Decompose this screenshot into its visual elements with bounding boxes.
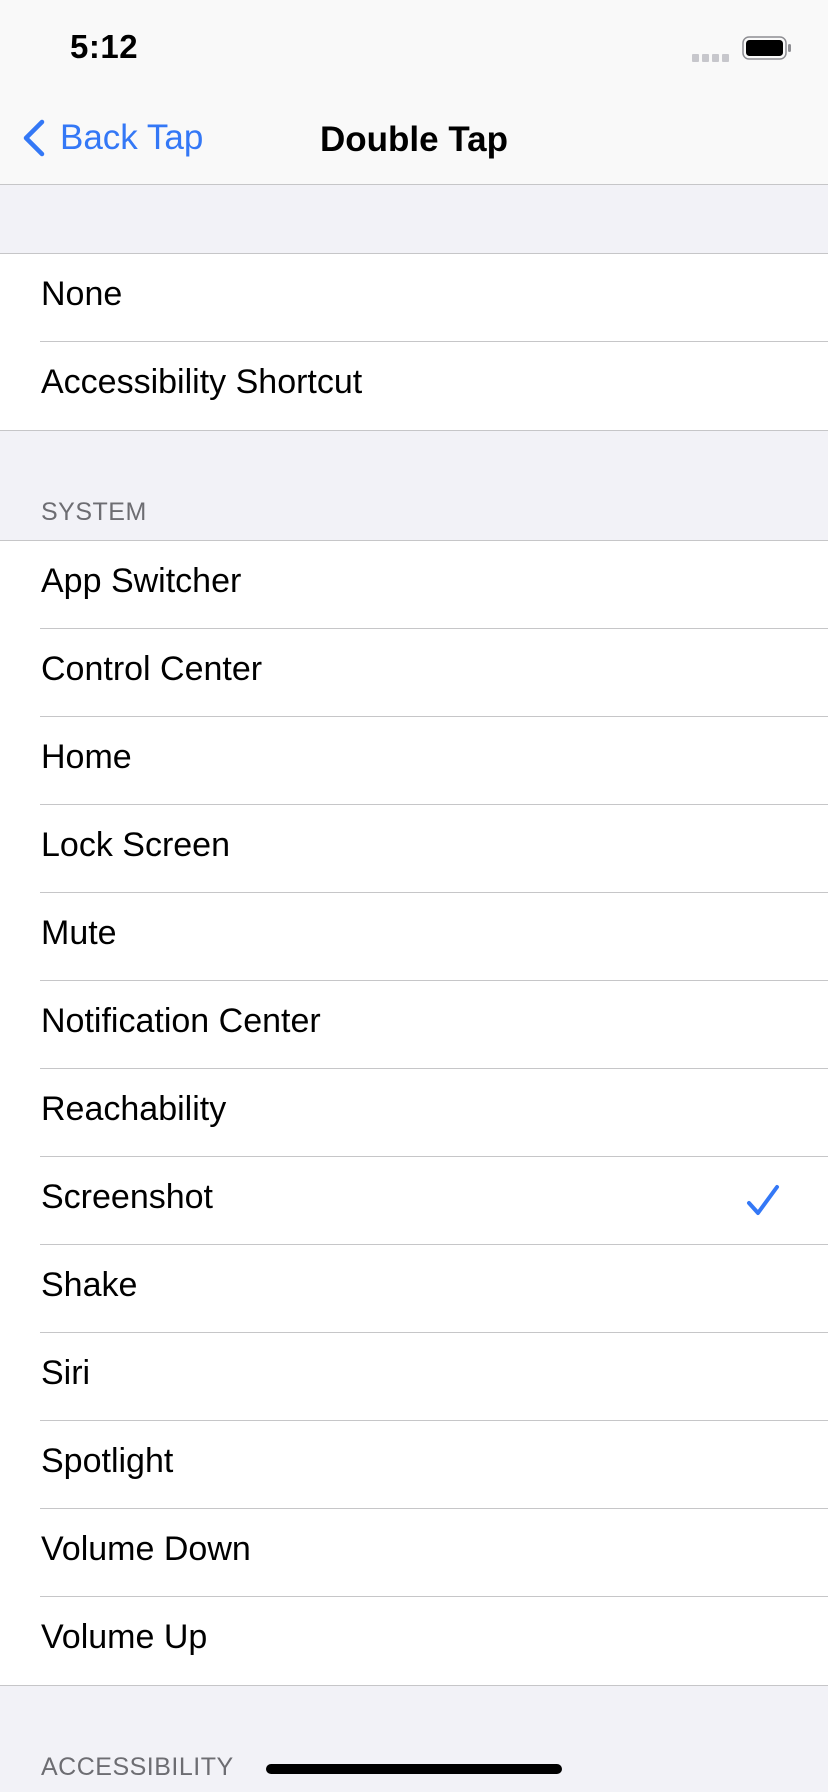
list-item-label: Home (41, 738, 132, 776)
list-item-mute[interactable]: Mute (0, 893, 828, 981)
list-item-screenshot[interactable]: Screenshot (0, 1157, 828, 1245)
back-button[interactable]: Back Tap (22, 118, 203, 158)
list-item-label: Accessibility Shortcut (41, 363, 363, 401)
list-item-app-switcher[interactable]: App Switcher (0, 541, 828, 629)
section-header-system: SYSTEM (41, 498, 147, 526)
battery-icon (742, 36, 791, 60)
list-item-notification-center[interactable]: Notification Center (0, 981, 828, 1069)
section-header-accessibility: ACCESSIBILITY (41, 1753, 234, 1781)
list-item-spotlight[interactable]: Spotlight (0, 1421, 828, 1509)
list-item-volume-down[interactable]: Volume Down (0, 1509, 828, 1597)
list-item-label: Spotlight (41, 1442, 174, 1480)
list-item-label: Lock Screen (41, 826, 230, 864)
home-indicator[interactable] (266, 1764, 562, 1774)
list-item-control-center[interactable]: Control Center (0, 629, 828, 717)
list-item-label: Siri (41, 1354, 91, 1392)
list-item-shake[interactable]: Shake (0, 1245, 828, 1333)
list-item-label: Shake (41, 1266, 138, 1304)
options-group-general: None Accessibility Shortcut (0, 253, 828, 431)
signal-icon (692, 54, 729, 62)
back-button-label: Back Tap (60, 118, 204, 157)
list-item-label: App Switcher (41, 562, 242, 600)
list-item-accessibility-shortcut[interactable]: Accessibility Shortcut (0, 342, 828, 430)
list-item-none[interactable]: None (0, 254, 828, 342)
checkmark-icon (747, 1185, 779, 1215)
status-time: 5:12 (70, 28, 139, 65)
page-title-text: Double Tap (320, 120, 508, 159)
list-item-reachability[interactable]: Reachability (0, 1069, 828, 1157)
chevron-left-icon (23, 119, 45, 157)
list-item-label: Control Center (41, 650, 263, 688)
list-item-home[interactable]: Home (0, 717, 828, 805)
list-item-label: None (41, 275, 123, 313)
list-item-label: Screenshot (41, 1178, 213, 1216)
list-item-label: Volume Down (41, 1530, 251, 1568)
list-item-label: Notification Center (41, 1002, 321, 1040)
options-group-system: App Switcher Control Center Home Lock Sc… (0, 540, 828, 1686)
list-item-label: Reachability (41, 1090, 227, 1128)
list-item-label: Mute (41, 914, 117, 952)
navigation-bar: Back Tap Double Tap (0, 96, 828, 185)
list-item-lock-screen[interactable]: Lock Screen (0, 805, 828, 893)
list-item-label: Volume Up (41, 1618, 208, 1656)
status-bar: 5:12 (0, 0, 828, 96)
list-item-siri[interactable]: Siri (0, 1333, 828, 1421)
list-item-volume-up[interactable]: Volume Up (0, 1597, 828, 1685)
